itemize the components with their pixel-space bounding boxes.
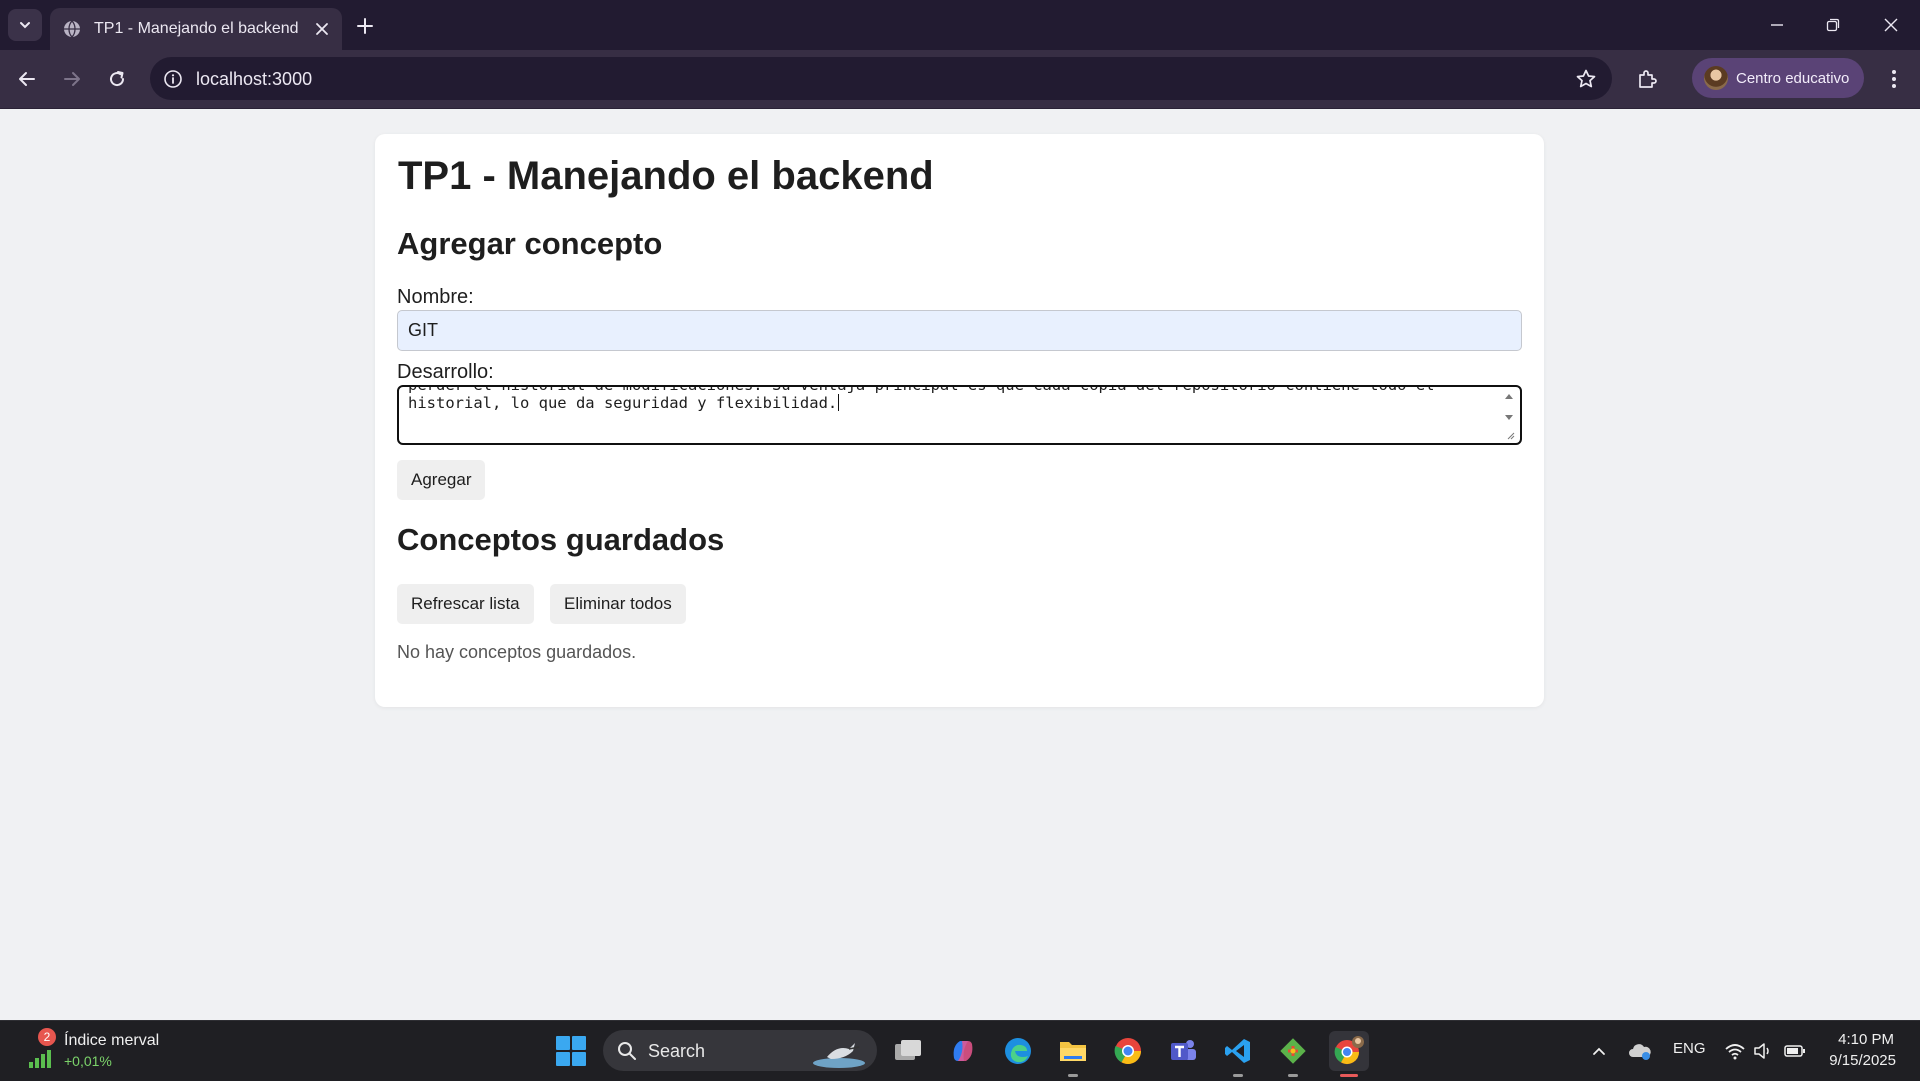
wifi-tray-icon[interactable] [1723, 1039, 1747, 1063]
name-label: Nombre: [397, 286, 474, 308]
tab-title: TP1 - Manejando el backend [94, 20, 299, 37]
teams-icon [1171, 1040, 1196, 1060]
chrome-icon [1114, 1038, 1142, 1065]
empty-list-message: No hay conceptos guardados. [397, 642, 637, 662]
volume-tray-icon[interactable] [1751, 1039, 1775, 1063]
search-label: Search [648, 1041, 706, 1061]
url-text[interactable]: localhost:3000 [196, 69, 312, 90]
name-input[interactable]: GIT [397, 310, 1522, 351]
windows-taskbar: 2 Índice merval +0,01% Search ENG 4:10 P… [0, 1020, 1920, 1081]
git-icon [1280, 1038, 1306, 1064]
page-title: TP1 - Manejando el backend [398, 154, 934, 198]
browser-menu-button[interactable] [1880, 63, 1908, 95]
textarea-line-1: perder el historial de modificaciones. S… [408, 385, 1435, 394]
taskbar-vscode[interactable] [1218, 1031, 1258, 1077]
language-indicator[interactable]: ENG [1673, 1040, 1706, 1057]
stock-widget[interactable]: 2 Índice merval +0,01% [22, 1028, 172, 1073]
taskbar-copilot[interactable] [943, 1031, 983, 1071]
profile-label: Centro educativo [1736, 69, 1850, 87]
running-indicator [1340, 1074, 1358, 1077]
folder-icon [1060, 1042, 1086, 1061]
running-indicator [1288, 1074, 1298, 1077]
new-tab-button[interactable] [352, 13, 378, 39]
chrome-profile-icon [1334, 1036, 1364, 1065]
notification-badge: 2 [38, 1028, 56, 1046]
wifi-icon [1725, 1044, 1745, 1060]
extensions-button[interactable] [1631, 63, 1663, 95]
taskbar-file-explorer[interactable] [1053, 1031, 1093, 1077]
minimize-icon [1771, 24, 1783, 26]
onedrive-tray-icon[interactable] [1628, 1039, 1652, 1063]
taskbar-chrome-profile[interactable] [1329, 1031, 1369, 1077]
arrow-left-icon [19, 72, 35, 86]
globe-icon [62, 19, 82, 39]
vscode-icon [1225, 1039, 1250, 1063]
battery-icon [1784, 1045, 1805, 1057]
more-vertical-icon [1892, 70, 1896, 88]
plus-icon [357, 18, 373, 34]
name-input-value: GIT [408, 320, 438, 340]
refresh-list-button[interactable]: Refrescar lista [397, 584, 534, 624]
taskbar-search[interactable]: Search [603, 1030, 877, 1071]
restore-button[interactable] [1813, 10, 1853, 40]
taskbar-edge[interactable] [998, 1031, 1038, 1071]
chevron-down-icon [20, 22, 30, 29]
browser-toolbar: localhost:3000 Centro educativo [0, 50, 1920, 109]
edge-icon [1005, 1038, 1031, 1064]
development-textarea[interactable]: perder el historial de modificaciones. S… [397, 385, 1522, 445]
back-button[interactable] [11, 63, 43, 95]
running-indicator [1233, 1074, 1243, 1077]
development-label: Desarrollo: [397, 361, 494, 383]
show-hidden-icons-button[interactable] [1587, 1039, 1611, 1063]
search-icon [618, 1042, 636, 1060]
development-textarea-text: perder el historial de modificaciones. S… [408, 385, 1494, 412]
close-icon [1884, 18, 1898, 32]
taskbar-task-view[interactable] [888, 1031, 928, 1071]
cloud-icon [1629, 1044, 1651, 1060]
task-view-icon [895, 1040, 921, 1060]
avatar [1704, 66, 1728, 90]
windows-logo-icon [556, 1036, 586, 1066]
browser-tab-active[interactable]: TP1 - Manejando el backend [50, 8, 342, 50]
arrow-right-icon [64, 72, 80, 86]
copilot-icon [953, 1041, 973, 1061]
tab-close-icon[interactable] [312, 19, 332, 39]
main-card: TP1 - Manejando el backend Agregar conce… [375, 134, 1544, 707]
add-section-title: Agregar concepto [397, 226, 663, 261]
clock-date[interactable]: 9/15/2025 [1829, 1052, 1896, 1069]
taskbar-teams[interactable] [1163, 1031, 1203, 1071]
start-button[interactable] [556, 1036, 586, 1066]
delete-all-button[interactable]: Eliminar todos [550, 584, 686, 624]
taskbar-git[interactable] [1273, 1031, 1313, 1077]
text-caret [838, 394, 840, 411]
running-indicator [1068, 1074, 1078, 1077]
taskbar-chrome[interactable] [1108, 1031, 1148, 1071]
bird-decoration-icon [813, 1043, 865, 1068]
saved-section-title: Conceptos guardados [397, 522, 725, 557]
reload-icon [110, 71, 125, 87]
widget-value: +0,01% [64, 1053, 112, 1069]
chart-bars-icon [29, 1050, 51, 1068]
add-button[interactable]: Agregar [397, 460, 486, 500]
forward-button[interactable] [56, 63, 88, 95]
chevron-up-icon [1593, 1047, 1605, 1055]
reload-button[interactable] [101, 63, 133, 95]
speaker-icon [1754, 1043, 1769, 1059]
tab-search-button[interactable] [8, 9, 42, 41]
close-window-button[interactable] [1871, 10, 1911, 40]
clock-time[interactable]: 4:10 PM [1838, 1031, 1894, 1048]
site-info-icon[interactable] [162, 68, 184, 90]
browser-tab-bar: TP1 - Manejando el backend [0, 0, 1920, 50]
profile-button[interactable]: Centro educativo [1692, 58, 1864, 98]
battery-tray-icon[interactable] [1783, 1039, 1807, 1063]
textarea-scrollbar[interactable] [1502, 389, 1516, 441]
minimize-button[interactable] [1757, 10, 1797, 40]
puzzle-icon [1639, 70, 1657, 88]
widget-title: Índice merval [64, 1032, 160, 1049]
bookmark-star-icon[interactable] [1574, 67, 1598, 91]
address-bar[interactable]: localhost:3000 [150, 57, 1612, 100]
textarea-line-2: historial, lo que da seguridad y flexibi… [408, 394, 838, 412]
restore-icon [1826, 18, 1840, 32]
